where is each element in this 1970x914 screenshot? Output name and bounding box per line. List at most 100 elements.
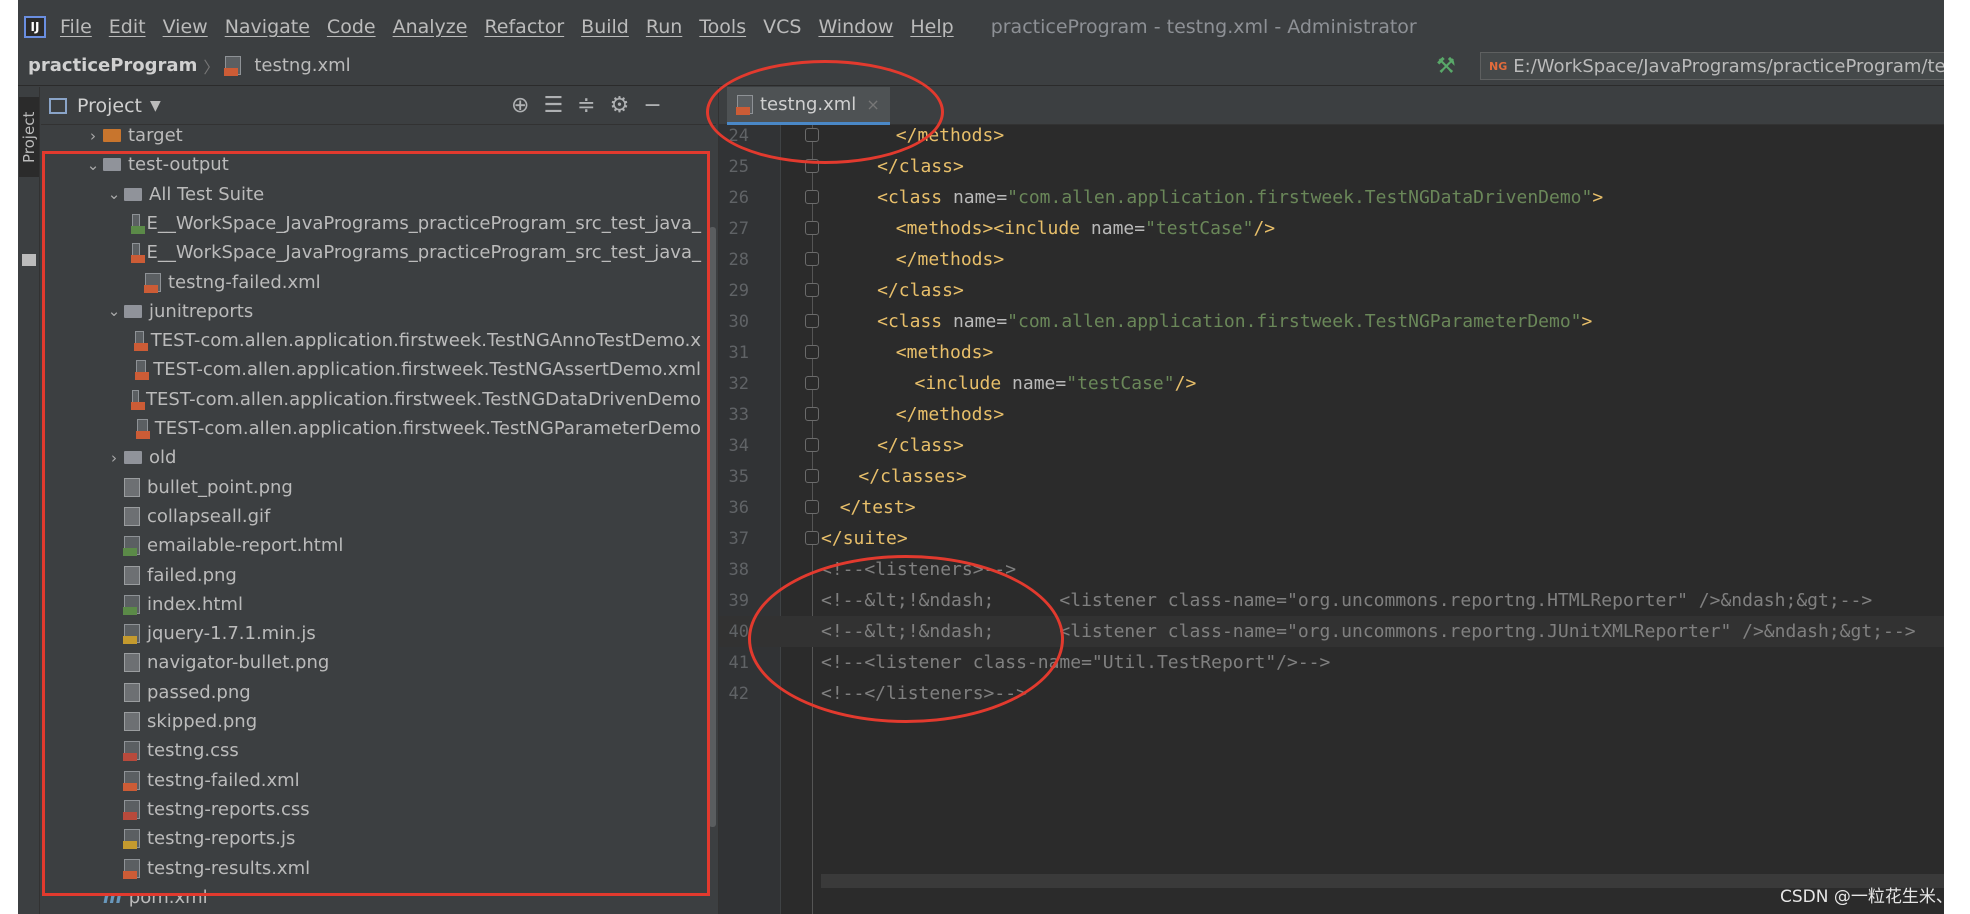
tree-item[interactable]: ⌄ junitreports: [41, 297, 701, 326]
project-tree-scrollbar[interactable]: [709, 227, 716, 827]
code-line[interactable]: 25 </class>: [719, 151, 1944, 182]
fold-marker-icon[interactable]: [805, 283, 819, 297]
tree-item-label: target: [128, 125, 183, 146]
tree-item[interactable]: TEST-com.allen.application.firstweek.Tes…: [41, 414, 701, 443]
tree-item[interactable]: E__WorkSpace_JavaPrograms_practiceProgra…: [41, 238, 701, 267]
menu-navigate[interactable]: Navigate: [225, 16, 310, 38]
code-token: name=: [952, 311, 1008, 332]
fold-marker-icon[interactable]: [805, 345, 819, 359]
hide-icon[interactable]: −: [643, 93, 661, 118]
code-line[interactable]: 29 </class>: [719, 275, 1944, 306]
tree-item[interactable]: TEST-com.allen.application.firstweek.Tes…: [41, 385, 701, 414]
tree-item[interactable]: collapseall.gif: [41, 502, 701, 531]
code-line[interactable]: 27 <methods><include name="testCase"/>: [719, 213, 1944, 244]
tree-item[interactable]: index.html: [41, 590, 701, 619]
menu-window[interactable]: Window: [818, 16, 893, 38]
chevron-down-icon[interactable]: ⌄: [104, 302, 124, 320]
locate-file-icon[interactable]: ⊕: [511, 93, 529, 118]
menu-file[interactable]: File: [60, 16, 92, 38]
menu-help[interactable]: Help: [910, 16, 953, 38]
tree-item[interactable]: m pom.xml: [41, 883, 701, 912]
code-line[interactable]: 28 </methods>: [719, 244, 1944, 275]
code-line[interactable]: 37 </suite>: [719, 523, 1944, 554]
tree-item[interactable]: TEST-com.allen.application.firstweek.Tes…: [41, 355, 701, 384]
fold-marker-icon[interactable]: [805, 314, 819, 328]
tree-item-label: passed.png: [147, 681, 251, 703]
tree-item[interactable]: testng-reports.js: [41, 824, 701, 853]
fold-marker-icon[interactable]: [805, 252, 819, 266]
code-editor[interactable]: 24 </methods> 25 </class> 26 <class name="com…: [719, 125, 1944, 914]
gear-icon[interactable]: ⚙: [610, 93, 630, 118]
chevron-right-icon[interactable]: ›: [104, 449, 124, 467]
breadcrumb-file[interactable]: testng.xml: [254, 55, 350, 76]
build-hammer-icon[interactable]: ⚒: [1436, 54, 1456, 79]
tree-item[interactable]: testng-results.xml: [41, 854, 701, 883]
tree-item[interactable]: jquery-1.7.1.min.js: [41, 619, 701, 648]
code-line[interactable]: 35 </classes>: [719, 461, 1944, 492]
tree-item[interactable]: skipped.png: [41, 707, 701, 736]
tree-item[interactable]: bullet_point.png: [41, 473, 701, 502]
tree-item[interactable]: E__WorkSpace_JavaPrograms_practiceProgra…: [41, 209, 701, 238]
expand-all-icon[interactable]: ☰: [543, 93, 563, 118]
menu-refactor[interactable]: Refactor: [484, 16, 564, 38]
chevron-down-icon[interactable]: ⌄: [104, 185, 124, 203]
editor-horizontal-scrollbar[interactable]: [821, 874, 1944, 888]
code-line[interactable]: 33 </methods>: [719, 399, 1944, 430]
menu-view[interactable]: View: [163, 16, 208, 38]
tree-item[interactable]: passed.png: [41, 678, 701, 707]
tree-item[interactable]: › target: [41, 121, 701, 150]
code-line[interactable]: 32 <include name="testCase"/>: [719, 368, 1944, 399]
code-line[interactable]: 39 <!--&lt;!&ndash; <listener class-name=…: [719, 585, 1944, 616]
code-line[interactable]: 40 <!--&lt;!&ndash; <listener class-name=…: [719, 616, 1944, 647]
fold-marker-icon[interactable]: [805, 407, 819, 421]
tree-item[interactable]: testng.css: [41, 736, 701, 765]
tree-item[interactable]: › old: [41, 443, 701, 472]
code-line[interactable]: 34 </class>: [719, 430, 1944, 461]
code-line[interactable]: 30 <class name="com.allen.application.fir…: [719, 306, 1944, 337]
code-line[interactable]: 31 <methods>: [719, 337, 1944, 368]
fold-marker-icon[interactable]: [805, 128, 819, 142]
tree-item[interactable]: ⌄ All Test Suite: [41, 180, 701, 209]
menu-code[interactable]: Code: [327, 16, 376, 38]
breadcrumb-project[interactable]: practiceProgram: [28, 55, 197, 76]
structure-icon[interactable]: [22, 254, 36, 266]
tree-item[interactable]: emailable-report.html: [41, 531, 701, 560]
fold-marker-icon[interactable]: [805, 376, 819, 390]
tree-item[interactable]: testng-reports.css: [41, 795, 701, 824]
project-panel-title[interactable]: Project: [77, 95, 142, 117]
code-token: class: [887, 187, 953, 208]
chevron-down-icon[interactable]: ⌄: [83, 156, 103, 174]
menu-build[interactable]: Build: [581, 16, 629, 38]
fold-marker-icon[interactable]: [805, 190, 819, 204]
menu-vcs[interactable]: VCS: [763, 16, 801, 38]
chevron-right-icon[interactable]: ›: [83, 127, 103, 145]
tree-item[interactable]: failed.png: [41, 561, 701, 590]
menu-tools[interactable]: Tools: [699, 16, 746, 38]
fold-marker-icon[interactable]: [805, 159, 819, 173]
tree-item[interactable]: navigator-bullet.png: [41, 648, 701, 677]
fold-marker-icon[interactable]: [805, 221, 819, 235]
code-line[interactable]: 24 </methods>: [719, 120, 1944, 151]
code-line[interactable]: 41 <!--<listener class-name="Util.TestRep…: [719, 647, 1944, 678]
code-line[interactable]: 42 <!--</listeners>-->: [719, 678, 1944, 709]
menu-analyze[interactable]: Analyze: [393, 16, 468, 38]
close-icon[interactable]: ×: [866, 95, 879, 114]
fold-marker-icon[interactable]: [805, 531, 819, 545]
fold-marker-icon[interactable]: [805, 438, 819, 452]
code-line[interactable]: 26 <class name="com.allen.application.fir…: [719, 182, 1944, 213]
code-line[interactable]: 38 <!--<listeners>-->: [719, 554, 1944, 585]
menu-run[interactable]: Run: [646, 16, 682, 38]
code-line[interactable]: 36 </test>: [719, 492, 1944, 523]
fold-marker-icon[interactable]: [805, 500, 819, 514]
fold-marker-icon[interactable]: [805, 469, 819, 483]
tree-item[interactable]: testng-failed.xml: [41, 268, 701, 297]
project-tool-window-button[interactable]: Project: [19, 97, 39, 177]
tree-item[interactable]: TEST-com.allen.application.firstweek.Tes…: [41, 326, 701, 355]
tree-item[interactable]: testng-failed.xml: [41, 766, 701, 795]
chevron-down-icon[interactable]: ▼: [150, 98, 161, 114]
code-text: <!--&lt;!&ndash; <listener class-name="o…: [821, 590, 1872, 611]
collapse-all-icon[interactable]: ≑: [577, 93, 595, 118]
menu-edit[interactable]: Edit: [109, 16, 146, 38]
run-configuration-selector[interactable]: NG E:/WorkSpace/JavaPrograms/practicePro…: [1480, 52, 1944, 80]
tree-item[interactable]: ⌄ test-output: [41, 150, 701, 179]
